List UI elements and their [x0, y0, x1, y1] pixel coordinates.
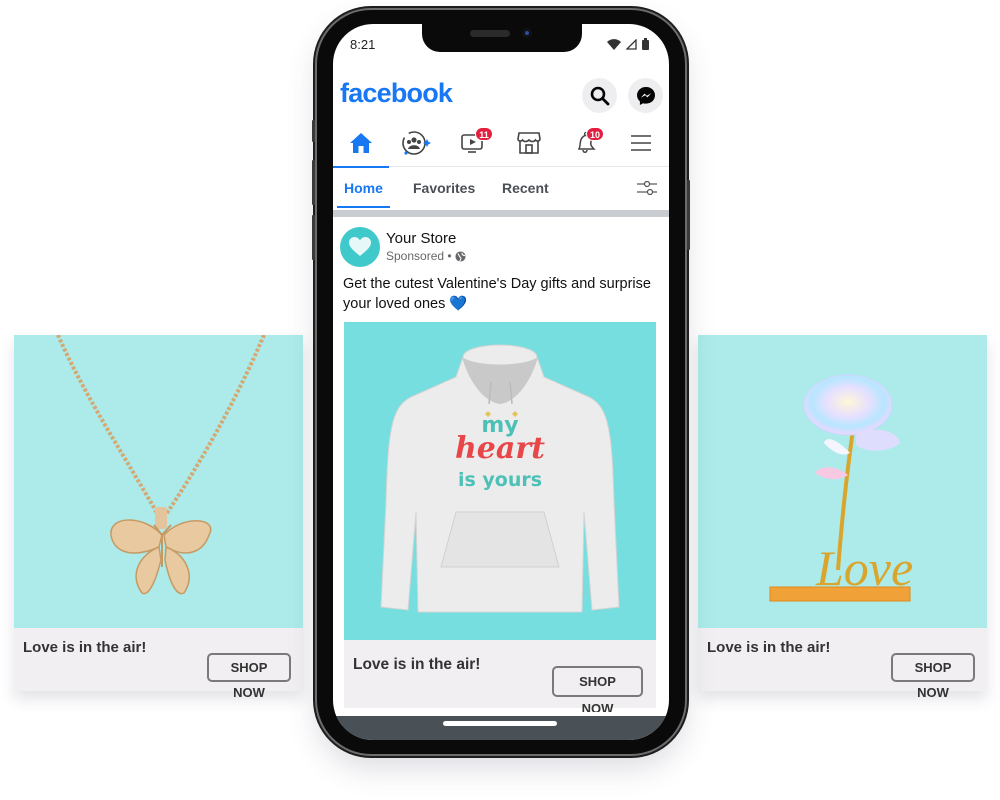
store-icon: [517, 132, 541, 154]
nav-home[interactable]: [333, 119, 389, 168]
messenger-icon: [636, 86, 655, 105]
rose-image: Love: [698, 335, 987, 628]
watch-badge: 11: [475, 127, 493, 141]
gesture-bar-area: [333, 716, 669, 740]
store-avatar[interactable]: [340, 227, 380, 267]
main-nav: 11 10: [333, 119, 669, 168]
heart-icon: [349, 237, 371, 256]
phone-power-button: [687, 180, 690, 250]
nav-notifications[interactable]: 10: [557, 119, 613, 167]
galaxy-rose-illustration: Love: [769, 374, 913, 602]
speaker-grille: [470, 30, 510, 37]
post-image-hoodie[interactable]: my heart is yours: [344, 322, 656, 640]
card-caption: Love is in the air!: [707, 639, 831, 656]
home-indicator[interactable]: [443, 721, 557, 726]
sponsored-label: Sponsored •: [386, 249, 452, 263]
post-author[interactable]: Your Store: [386, 230, 456, 247]
hoodie-illustration: my heart is yours: [380, 344, 620, 613]
hoodie-print-line2: heart: [455, 431, 545, 466]
search-icon: [590, 86, 609, 105]
carousel-card-necklace[interactable]: Love is in the air! SHOP NOW: [14, 335, 303, 700]
signal-icon: [626, 38, 637, 50]
wifi-icon: [607, 38, 621, 50]
post-caption: Love is in the air!: [353, 656, 481, 673]
shop-now-button[interactable]: SHOP NOW: [207, 653, 291, 700]
card-caption: Love is in the air!: [23, 639, 147, 656]
carousel-card-rose[interactable]: Love Love is in the air! SHOP NOW: [698, 335, 987, 700]
feed-tabs: Home Favorites Recent: [333, 168, 669, 208]
battery-icon: [642, 38, 649, 50]
front-camera: [522, 28, 532, 38]
butterfly-necklace-illustration: [56, 335, 266, 595]
post-meta: Sponsored •: [386, 249, 466, 263]
phone-volume-down: [312, 215, 315, 260]
phone-mute-switch: [312, 120, 315, 142]
nav-watch[interactable]: 11: [445, 119, 501, 167]
hoodie-print-line3: is yours: [458, 469, 542, 491]
tab-home[interactable]: Home: [344, 180, 383, 196]
facebook-logo[interactable]: facebook: [340, 78, 453, 109]
active-tab-indicator: [337, 206, 390, 208]
tab-recent[interactable]: Recent: [502, 180, 549, 196]
nav-groups[interactable]: [389, 119, 445, 167]
nav-marketplace[interactable]: [501, 119, 557, 167]
notifications-badge: 10: [586, 127, 605, 141]
hamburger-icon: [631, 135, 651, 151]
shop-now-button[interactable]: SHOP NOW: [891, 653, 975, 700]
phone-volume-up: [312, 160, 315, 205]
home-icon: [350, 133, 372, 153]
tab-favorites[interactable]: Favorites: [413, 180, 475, 196]
necklace-image: [14, 335, 303, 628]
messenger-button[interactable]: [628, 78, 663, 113]
phone-notch: [422, 24, 582, 52]
feed-separator: [333, 210, 669, 217]
groups-icon: [402, 131, 431, 155]
nav-menu[interactable]: [613, 119, 669, 167]
post-cta-bar: Love is in the air! SHOP NOW: [344, 640, 656, 716]
shop-now-button[interactable]: SHOP NOW: [552, 666, 643, 716]
phone-mockup: 8:21 facebook 11 10 Home Favorites Recen…: [312, 10, 690, 754]
filter-icon[interactable]: [637, 181, 657, 195]
search-button[interactable]: [582, 78, 617, 113]
status-icons: [607, 38, 649, 50]
phone-screen: 8:21 facebook 11 10 Home Favorites Recen…: [333, 24, 669, 740]
globe-icon: [455, 250, 466, 262]
status-time: 8:21: [350, 37, 376, 52]
post-text: Get the cutest Valentine's Day gifts and…: [343, 276, 651, 312]
